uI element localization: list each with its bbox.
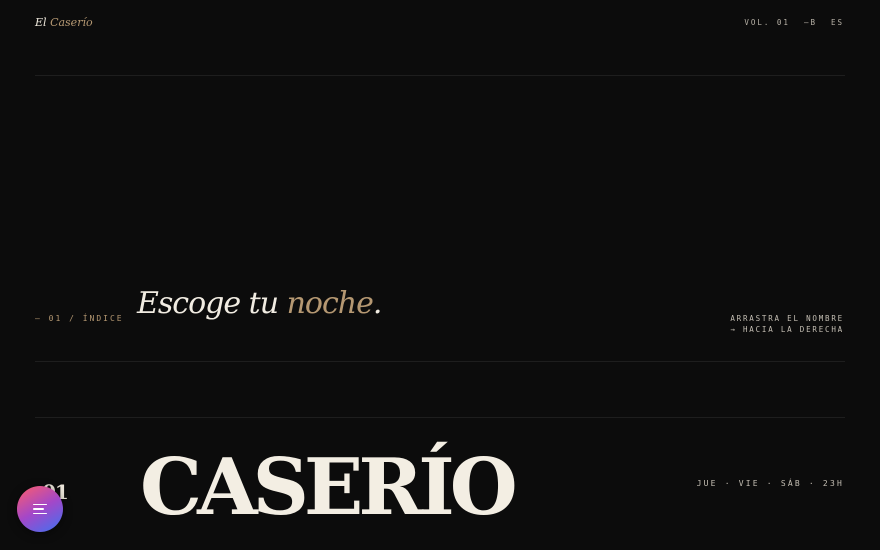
section-index-label: — 01 / ÍNDICE xyxy=(35,314,124,323)
brand-prefix: El xyxy=(35,16,47,29)
menu-icon xyxy=(33,503,47,506)
brand-logo[interactable]: El Caserío xyxy=(35,16,93,29)
theme-toggle[interactable]: —B xyxy=(804,18,817,27)
menu-button[interactable] xyxy=(17,486,63,532)
headline-end: . xyxy=(372,286,382,321)
drag-hint-line1: ARRASTRA EL NOMBRE xyxy=(730,314,844,323)
headline-start: Escoge tu xyxy=(137,286,287,321)
section-headline: Escoge tu noche. xyxy=(137,286,382,321)
volume-link[interactable]: VOL. 01 xyxy=(744,18,790,27)
headline-accent: noche xyxy=(286,286,374,321)
drag-hint-line2: → HACIA LA DERECHA xyxy=(730,324,844,334)
section-divider xyxy=(35,361,845,362)
top-divider xyxy=(35,75,845,76)
item-divider xyxy=(35,417,845,418)
brand-name: Caserío xyxy=(50,16,93,29)
top-nav: VOL. 01 —B ES xyxy=(744,18,844,27)
drag-hint: ARRASTRA EL NOMBRE → HACIA LA DERECHA xyxy=(730,314,844,335)
language-switch[interactable]: ES xyxy=(831,18,844,27)
menu-icon-bar xyxy=(33,512,47,515)
item-schedule: JUE · VIE · SÁB · 23H xyxy=(696,479,844,488)
menu-icon-bar xyxy=(33,508,44,510)
item-name-draggable[interactable]: CASERÍO xyxy=(140,438,518,538)
